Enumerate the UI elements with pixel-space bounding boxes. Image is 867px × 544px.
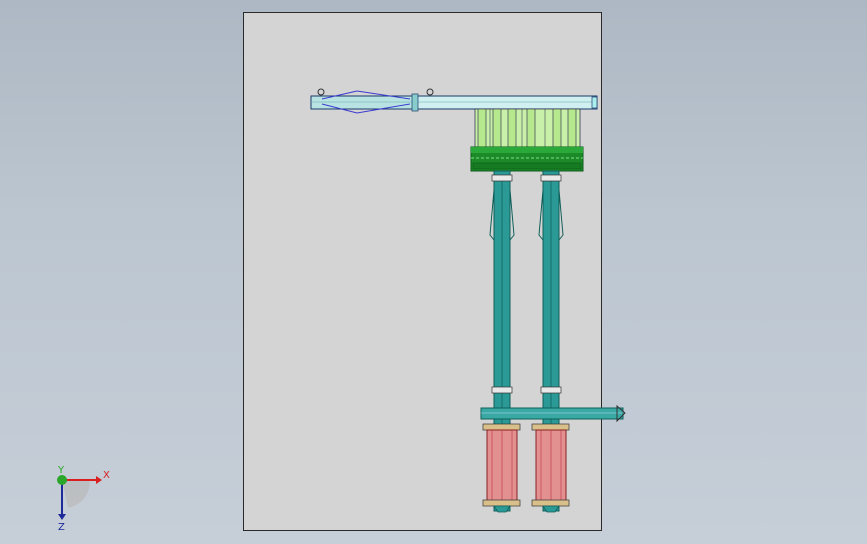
assembly-model[interactable]: [0, 0, 867, 544]
crossbar[interactable]: [480, 404, 626, 423]
hook-right: [426, 88, 434, 96]
coordinate-triad: X Y Z: [57, 465, 110, 532]
y-axis-label: Y: [57, 465, 65, 476]
mounting-plate[interactable]: [470, 146, 584, 172]
hook-left: [317, 88, 325, 96]
graphics-viewport[interactable]: X Y Z: [0, 0, 867, 544]
column-bank[interactable]: [474, 108, 581, 148]
cylinder-right[interactable]: [531, 423, 570, 513]
cylinder-left[interactable]: [482, 423, 521, 513]
z-axis-label: Z: [58, 522, 65, 532]
triad-plane: [62, 480, 90, 508]
y-axis-dot: [57, 475, 67, 485]
x-axis-label: X: [103, 470, 110, 481]
